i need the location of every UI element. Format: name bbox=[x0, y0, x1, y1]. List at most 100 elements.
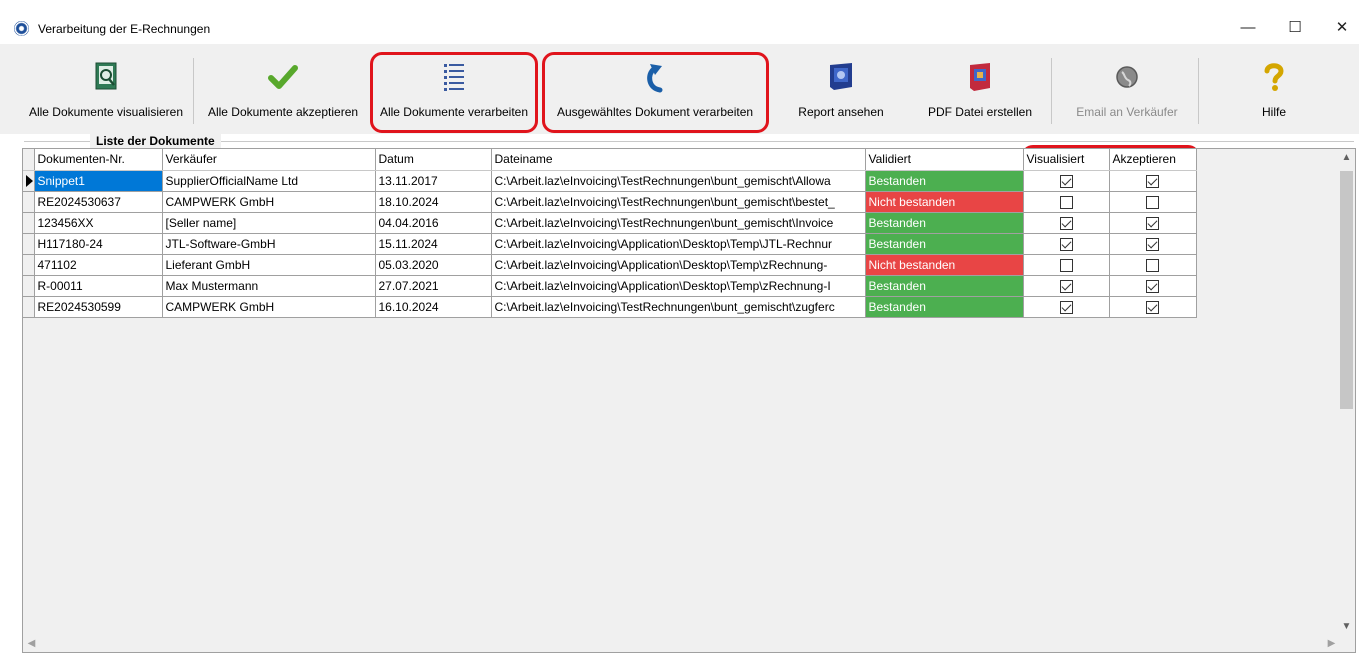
row-indicator[interactable] bbox=[23, 212, 35, 234]
cell-document-nr[interactable]: 471102 bbox=[34, 254, 163, 276]
cell-validation-status[interactable]: Nicht bestanden bbox=[865, 254, 1024, 276]
process-selected-button[interactable]: Ausgewähltes Dokument verarbeiten bbox=[546, 54, 764, 132]
visualized-checkbox[interactable] bbox=[1059, 237, 1073, 251]
close-button[interactable]: ✕ bbox=[1322, 16, 1359, 40]
table-row[interactable]: Snippet1 SupplierOfficialName Ltd 13.11.20… bbox=[23, 170, 1197, 192]
accept-checkbox[interactable] bbox=[1146, 237, 1159, 251]
cell-date[interactable]: 13.11.2017 bbox=[375, 170, 492, 192]
cell-accept[interactable] bbox=[1109, 233, 1197, 255]
accept-checkbox[interactable] bbox=[1146, 279, 1159, 293]
cell-filename[interactable]: C:\Arbeit.laz\eInvoicing\Application\Des… bbox=[491, 233, 866, 255]
accept-checkbox[interactable] bbox=[1146, 195, 1159, 209]
row-indicator[interactable] bbox=[23, 191, 35, 213]
cell-validation-status[interactable]: Bestanden bbox=[865, 275, 1024, 297]
email-seller-button[interactable]: Email an Verkäufer bbox=[1062, 54, 1192, 132]
cell-visualized[interactable] bbox=[1023, 233, 1110, 255]
cell-accept[interactable] bbox=[1109, 296, 1197, 318]
row-indicator[interactable] bbox=[23, 275, 35, 297]
cell-visualized[interactable] bbox=[1023, 275, 1110, 297]
accept-checkbox[interactable] bbox=[1146, 174, 1159, 188]
cell-seller[interactable]: Lieferant GmbH bbox=[162, 254, 376, 276]
visualize-all-button[interactable]: Alle Dokumente visualisieren bbox=[22, 54, 190, 132]
table-row[interactable]: R-00011 Max Mustermann 27.07.2021 C:\Arbeit… bbox=[23, 275, 1197, 297]
cell-validation-status[interactable]: Bestanden bbox=[865, 170, 1024, 192]
cell-seller[interactable]: CAMPWERK GmbH bbox=[162, 191, 376, 213]
column-header[interactable]: Akzeptieren bbox=[1109, 149, 1197, 171]
accept-checkbox[interactable] bbox=[1146, 258, 1159, 272]
cell-filename[interactable]: C:\Arbeit.laz\eInvoicing\TestRechnungen\… bbox=[491, 296, 866, 318]
visualized-checkbox[interactable] bbox=[1059, 258, 1073, 272]
cell-validation-status[interactable]: Bestanden bbox=[865, 296, 1024, 318]
cell-accept[interactable] bbox=[1109, 254, 1197, 276]
cell-accept[interactable] bbox=[1109, 275, 1197, 297]
minimize-button[interactable]: — bbox=[1228, 16, 1268, 40]
scroll-up-icon[interactable]: ▲ bbox=[1338, 149, 1355, 166]
cell-filename[interactable]: C:\Arbeit.laz\eInvoicing\TestRechnungen\… bbox=[491, 191, 866, 213]
column-header[interactable]: Validiert bbox=[865, 149, 1024, 171]
row-indicator[interactable] bbox=[23, 296, 35, 318]
cell-document-nr[interactable]: RE2024530599 bbox=[34, 296, 163, 318]
column-header[interactable]: Dateiname bbox=[491, 149, 866, 171]
cell-filename[interactable]: C:\Arbeit.laz\eInvoicing\Application\Des… bbox=[491, 275, 866, 297]
cell-date[interactable]: 18.10.2024 bbox=[375, 191, 492, 213]
cell-date[interactable]: 05.03.2020 bbox=[375, 254, 492, 276]
accept-checkbox[interactable] bbox=[1146, 216, 1159, 230]
column-header[interactable]: Datum bbox=[375, 149, 492, 171]
cell-validation-status[interactable]: Bestanden bbox=[865, 212, 1024, 234]
visualized-checkbox[interactable] bbox=[1059, 300, 1073, 314]
row-indicator[interactable] bbox=[23, 233, 35, 255]
cell-date[interactable]: 16.10.2024 bbox=[375, 296, 492, 318]
cell-document-nr[interactable]: H117180-24 bbox=[34, 233, 163, 255]
column-header[interactable]: Dokumenten-Nr. bbox=[34, 149, 163, 171]
cell-visualized[interactable] bbox=[1023, 254, 1110, 276]
view-report-button[interactable]: Report ansehen bbox=[782, 54, 900, 132]
cell-seller[interactable]: [Seller name] bbox=[162, 212, 376, 234]
table-row[interactable]: RE2024530637 CAMPWERK GmbH 18.10.2024 C:\Ar… bbox=[23, 191, 1197, 213]
cell-accept[interactable] bbox=[1109, 212, 1197, 234]
horizontal-scrollbar[interactable]: ◀ ▶ bbox=[23, 635, 1340, 652]
cell-visualized[interactable] bbox=[1023, 191, 1110, 213]
accept-all-button[interactable]: Alle Dokumente akzeptieren bbox=[200, 54, 366, 132]
cell-date[interactable]: 04.04.2016 bbox=[375, 212, 492, 234]
row-indicator[interactable] bbox=[23, 170, 35, 192]
cell-seller[interactable]: JTL-Software-GmbH bbox=[162, 233, 376, 255]
cell-document-nr[interactable]: R-00011 bbox=[34, 275, 163, 297]
table-row[interactable]: 471102 Lieferant GmbH 05.03.2020 C:\Arbeit.… bbox=[23, 254, 1197, 276]
table-row[interactable]: 123456XX [Seller name] 04.04.2016 C:\Arbeit… bbox=[23, 212, 1197, 234]
cell-visualized[interactable] bbox=[1023, 212, 1110, 234]
cell-date[interactable]: 15.11.2024 bbox=[375, 233, 492, 255]
cell-document-nr[interactable]: RE2024530637 bbox=[34, 191, 163, 213]
column-header[interactable]: Verkäufer bbox=[162, 149, 376, 171]
cell-filename[interactable]: C:\Arbeit.laz\eInvoicing\Application\Des… bbox=[491, 254, 866, 276]
cell-accept[interactable] bbox=[1109, 170, 1197, 192]
cell-validation-status[interactable]: Nicht bestanden bbox=[865, 191, 1024, 213]
visualized-checkbox[interactable] bbox=[1059, 195, 1073, 209]
cell-validation-status[interactable]: Bestanden bbox=[865, 233, 1024, 255]
cell-visualized[interactable] bbox=[1023, 170, 1110, 192]
visualized-checkbox[interactable] bbox=[1059, 279, 1073, 293]
cell-seller[interactable]: SupplierOfficialName Ltd bbox=[162, 170, 376, 192]
process-all-button[interactable]: Alle Dokumente verarbeiten bbox=[372, 54, 536, 132]
cell-visualized[interactable] bbox=[1023, 296, 1110, 318]
help-button[interactable]: Hilfe bbox=[1236, 54, 1312, 132]
maximize-button[interactable]: ☐ bbox=[1275, 16, 1315, 40]
accept-checkbox[interactable] bbox=[1146, 300, 1159, 314]
vertical-scrollbar[interactable]: ▲ ▼ bbox=[1338, 149, 1355, 635]
cell-document-nr[interactable]: 123456XX bbox=[34, 212, 163, 234]
cell-accept[interactable] bbox=[1109, 191, 1197, 213]
scroll-right-icon[interactable]: ▶ bbox=[1323, 635, 1340, 652]
row-indicator[interactable] bbox=[23, 254, 35, 276]
scroll-thumb[interactable] bbox=[1340, 171, 1353, 409]
cell-document-nr[interactable]: Snippet1 bbox=[34, 170, 163, 192]
table-row[interactable]: H117180-24 JTL-Software-GmbH 15.11.2024 C:\… bbox=[23, 233, 1197, 255]
create-pdf-button[interactable]: PDF Datei erstellen bbox=[914, 54, 1046, 132]
cell-date[interactable]: 27.07.2021 bbox=[375, 275, 492, 297]
cell-seller[interactable]: Max Mustermann bbox=[162, 275, 376, 297]
cell-filename[interactable]: C:\Arbeit.laz\eInvoicing\TestRechnungen\… bbox=[491, 212, 866, 234]
table-row[interactable]: RE2024530599 CAMPWERK GmbH 16.10.2024 C:\Ar… bbox=[23, 296, 1197, 318]
cell-seller[interactable]: CAMPWERK GmbH bbox=[162, 296, 376, 318]
scroll-left-icon[interactable]: ◀ bbox=[23, 635, 40, 652]
scroll-down-icon[interactable]: ▼ bbox=[1338, 618, 1355, 635]
visualized-checkbox[interactable] bbox=[1059, 216, 1073, 230]
cell-filename[interactable]: C:\Arbeit.laz\eInvoicing\TestRechnungen\… bbox=[491, 170, 866, 192]
